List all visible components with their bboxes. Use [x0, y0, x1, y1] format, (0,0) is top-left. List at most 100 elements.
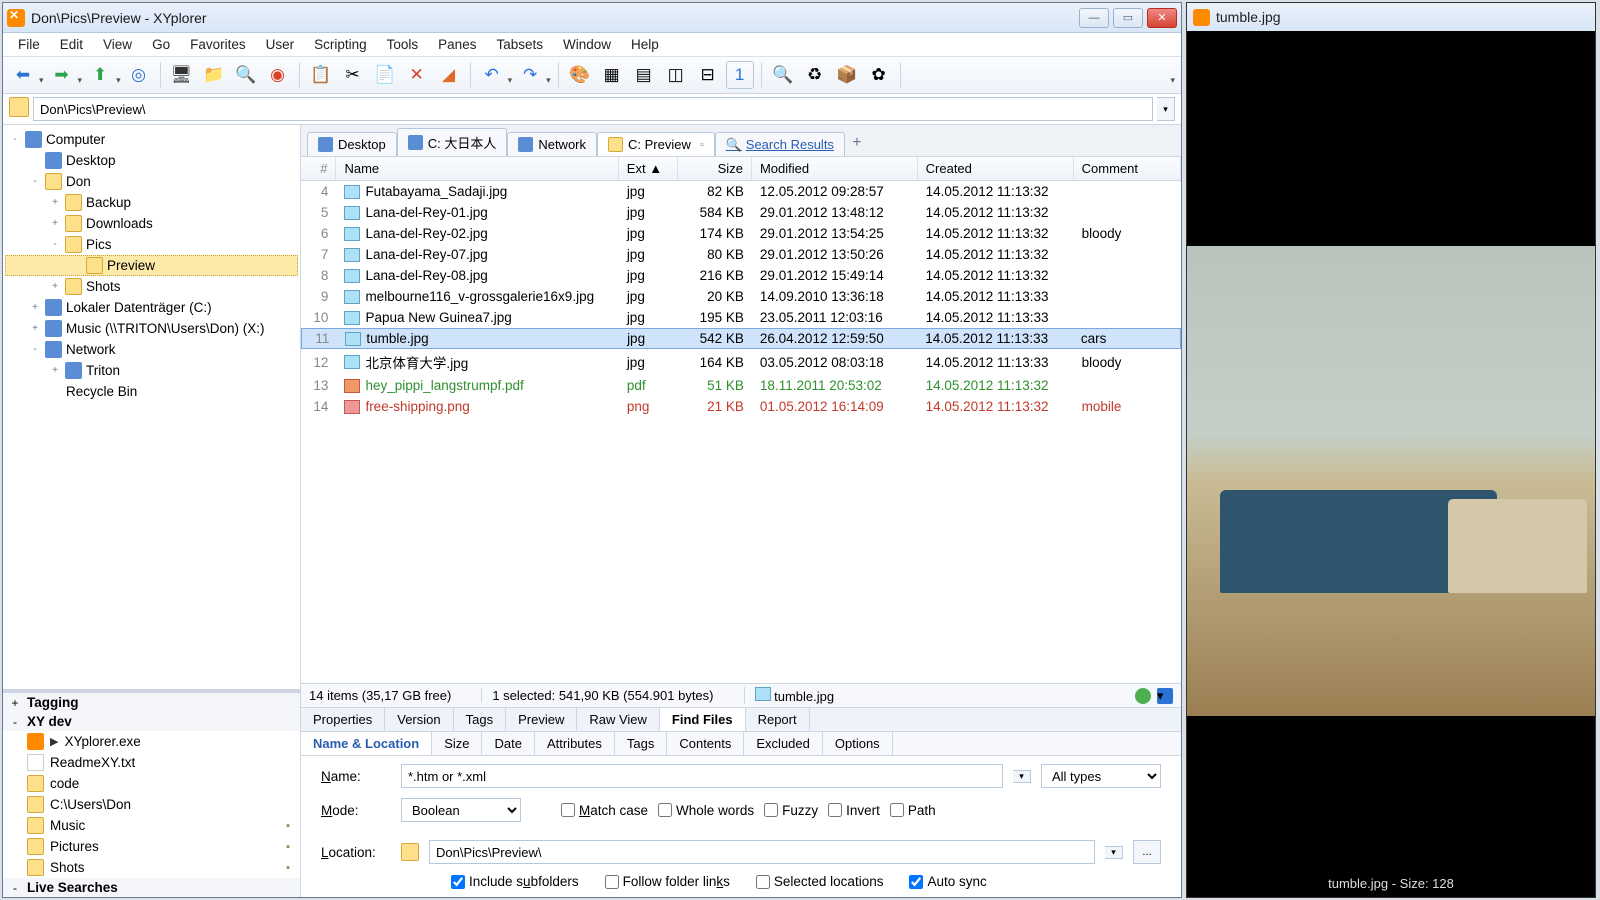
- info-tab[interactable]: Preview: [506, 708, 577, 731]
- refresh-icon[interactable]: ♻: [801, 61, 829, 89]
- catalog-item[interactable]: +Tagging: [3, 693, 300, 712]
- cut-icon[interactable]: ✂: [339, 61, 367, 89]
- menu-go[interactable]: Go: [143, 35, 179, 54]
- file-row[interactable]: 8Lana-del-Rey-08.jpgjpg216 KB29.01.2012 …: [301, 265, 1181, 286]
- menu-file[interactable]: File: [9, 35, 49, 54]
- pane1-icon[interactable]: 1: [726, 61, 754, 89]
- browse-button[interactable]: ...: [1133, 840, 1161, 864]
- menu-edit[interactable]: Edit: [51, 35, 92, 54]
- menu-user[interactable]: User: [257, 35, 304, 54]
- tree-item[interactable]: -Don: [5, 171, 298, 192]
- delete-icon[interactable]: ✕: [403, 61, 431, 89]
- invert-check[interactable]: Invert: [828, 803, 880, 818]
- find-tab[interactable]: Contents: [667, 732, 744, 755]
- file-row[interactable]: 13hey_pippi_langstrumpf.pdfpdf51 KB18.11…: [301, 375, 1181, 396]
- erase-icon[interactable]: ◢: [435, 61, 463, 89]
- info-tab[interactable]: Raw View: [577, 708, 660, 731]
- tree-item[interactable]: -Computer: [5, 129, 298, 150]
- file-row[interactable]: 5Lana-del-Rey-01.jpgjpg584 KB29.01.2012 …: [301, 202, 1181, 223]
- panes2-icon[interactable]: ⊟: [694, 61, 722, 89]
- preview-titlebar[interactable]: tumble.jpg: [1187, 3, 1595, 31]
- include-subfolders-check[interactable]: Include subfolders: [451, 874, 579, 889]
- find-tab[interactable]: Name & Location: [301, 732, 432, 755]
- match-case-check[interactable]: Match case: [561, 803, 648, 818]
- file-row[interactable]: 14free-shipping.pngpng21 KB01.05.2012 16…: [301, 396, 1181, 417]
- col-created[interactable]: Created: [918, 157, 1074, 180]
- menu-scripting[interactable]: Scripting: [305, 35, 376, 54]
- tab-add-button[interactable]: +: [845, 130, 869, 156]
- close-button[interactable]: ✕: [1147, 8, 1177, 28]
- find-tab[interactable]: Size: [432, 732, 482, 755]
- info-tab[interactable]: Tags: [454, 708, 506, 731]
- file-row[interactable]: 10Papua New Guinea7.jpgjpg195 KB23.05.20…: [301, 307, 1181, 328]
- catalog-item[interactable]: -Live Searches: [3, 878, 300, 897]
- catalog-item[interactable]: ReadmeXY.txt: [3, 752, 300, 773]
- up-button[interactable]: ⬆: [86, 61, 114, 89]
- expand-icon[interactable]: +: [49, 365, 61, 376]
- remove-icon[interactable]: ▪: [286, 820, 294, 832]
- find-tab[interactable]: Date: [482, 732, 534, 755]
- file-row[interactable]: 6Lana-del-Rey-02.jpgjpg174 KB29.01.2012 …: [301, 223, 1181, 244]
- name-input[interactable]: [401, 764, 1003, 788]
- tree-item[interactable]: +Backup: [5, 192, 298, 213]
- undo-icon[interactable]: ↶: [478, 61, 506, 89]
- catalog-item[interactable]: code: [3, 773, 300, 794]
- follow-links-check[interactable]: Follow folder links: [605, 874, 730, 889]
- photos-icon[interactable]: ✿: [865, 61, 893, 89]
- search-add-icon[interactable]: 🔍: [232, 61, 260, 89]
- status-ok-icon[interactable]: [1135, 688, 1151, 704]
- type-select[interactable]: All types: [1041, 764, 1161, 788]
- tab[interactable]: Desktop: [307, 132, 397, 156]
- path-check[interactable]: Path: [890, 803, 936, 818]
- col-size[interactable]: Size: [678, 157, 752, 180]
- titlebar[interactable]: Don\Pics\Preview - XYplorer — ▭ ✕: [3, 3, 1181, 33]
- view1-icon[interactable]: ▦: [598, 61, 626, 89]
- menu-panes[interactable]: Panes: [429, 35, 485, 54]
- redo-icon[interactable]: ↷: [516, 61, 544, 89]
- column-headers[interactable]: # Name Ext ▲ Size Modified Created Comme…: [301, 157, 1181, 181]
- monitor-icon[interactable]: 🖥: [168, 61, 196, 89]
- info-tab[interactable]: Report: [746, 708, 810, 731]
- maximize-button[interactable]: ▭: [1113, 8, 1143, 28]
- view2-icon[interactable]: ▤: [630, 61, 658, 89]
- info-tab[interactable]: Version: [385, 708, 453, 731]
- file-row[interactable]: 7Lana-del-Rey-07.jpgjpg80 KB29.01.2012 1…: [301, 244, 1181, 265]
- expand-icon[interactable]: -: [49, 239, 61, 250]
- forward-button[interactable]: ➡: [48, 61, 76, 89]
- expand-icon[interactable]: -: [29, 344, 41, 355]
- col-index[interactable]: #: [301, 157, 336, 180]
- dropdown-icon[interactable]: ▾: [78, 75, 83, 89]
- minimize-button[interactable]: —: [1079, 8, 1109, 28]
- tab[interactable]: C: Preview▫: [597, 132, 715, 156]
- target-icon[interactable]: ◎: [125, 61, 153, 89]
- target-play-icon[interactable]: ◉: [264, 61, 292, 89]
- folder-tree[interactable]: -ComputerDesktop-Don+Backup+Downloads-Pi…: [3, 125, 300, 689]
- menu-favorites[interactable]: Favorites: [181, 35, 255, 54]
- dropdown-icon[interactable]: ▾: [546, 75, 551, 89]
- menu-view[interactable]: View: [94, 35, 141, 54]
- file-list[interactable]: 4Futabayama_Sadaji.jpgjpg82 KB12.05.2012…: [301, 181, 1181, 683]
- tree-item[interactable]: -Pics: [5, 234, 298, 255]
- location-input[interactable]: [429, 840, 1095, 864]
- col-ext[interactable]: Ext ▲: [619, 157, 678, 180]
- menu-help[interactable]: Help: [622, 35, 668, 54]
- expand-icon[interactable]: +: [49, 197, 61, 208]
- auto-sync-check[interactable]: Auto sync: [909, 874, 986, 889]
- menu-tabsets[interactable]: Tabsets: [487, 35, 552, 54]
- expand-icon[interactable]: +: [9, 696, 21, 710]
- selected-locations-check[interactable]: Selected locations: [756, 874, 884, 889]
- mode-select[interactable]: Boolean: [401, 798, 521, 822]
- expand-icon[interactable]: -: [9, 715, 21, 729]
- tree-item[interactable]: +Triton: [5, 360, 298, 381]
- info-tab[interactable]: Find Files: [660, 708, 746, 731]
- find-tab[interactable]: Attributes: [535, 732, 615, 755]
- file-row[interactable]: 9melbourne116_v-grossgalerie16x9.jpgjpg2…: [301, 286, 1181, 307]
- catalog-item[interactable]: Shots▪: [3, 857, 300, 878]
- file-row[interactable]: 11tumble.jpgjpg542 KB26.04.2012 12:59:50…: [301, 328, 1181, 349]
- find-tab[interactable]: Options: [823, 732, 893, 755]
- expand-icon[interactable]: +: [29, 323, 41, 334]
- tree-item[interactable]: Recycle Bin: [5, 381, 298, 402]
- zoom-icon[interactable]: 🔍: [769, 61, 797, 89]
- find-tab[interactable]: Tags: [615, 732, 667, 755]
- copy-icon[interactable]: 📋: [307, 61, 335, 89]
